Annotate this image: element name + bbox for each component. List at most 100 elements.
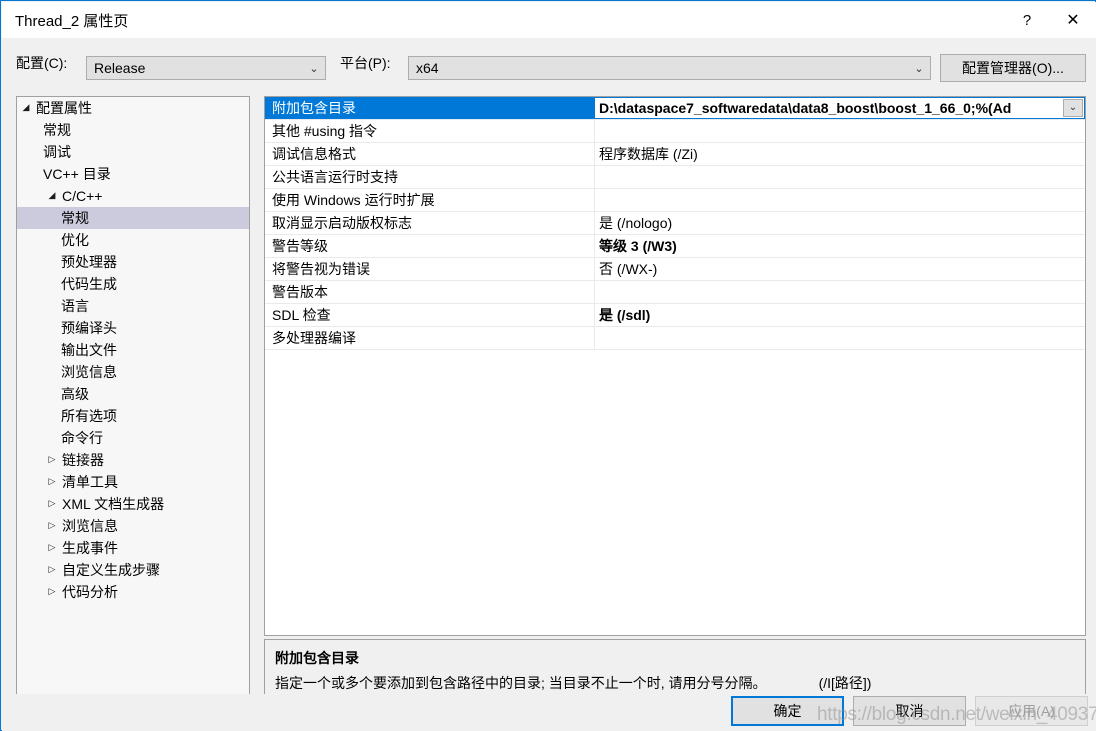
property-name: 附加包含目录 <box>265 97 595 119</box>
tree-item[interactable]: ◢ 配置属性 <box>17 97 249 119</box>
tree-item[interactable]: 常规 <box>17 119 249 141</box>
chevron-down-icon[interactable]: ◢ <box>17 103 35 113</box>
property-name: 调试信息格式 <box>265 143 595 165</box>
property-tree[interactable]: ◢ 配置属性 常规 调试 VC++ 目录 ◢ C/C++ 常规 优化 预处理器 代码生成 语言 预编译头… <box>16 96 250 707</box>
tree-item[interactable]: ◢ C/C++ <box>17 185 249 207</box>
property-value[interactable] <box>595 166 1085 188</box>
property-row[interactable]: 将警告视为错误否 (/WX-) <box>265 258 1085 281</box>
property-value[interactable]: 是 (/sdl) <box>595 304 1085 326</box>
tree-item[interactable]: ▷ 自定义生成步骤 <box>17 559 249 581</box>
platform-value: x64 <box>416 60 439 76</box>
tree-item[interactable]: 预处理器 <box>17 251 249 273</box>
apply-button: 应用(A) <box>975 696 1088 726</box>
property-name: 使用 Windows 运行时扩展 <box>265 189 595 211</box>
tree-item-label: VC++ 目录 <box>43 166 111 182</box>
tree-item-label: 自定义生成步骤 <box>62 562 160 578</box>
property-value[interactable] <box>595 120 1085 142</box>
property-value[interactable]: 程序数据库 (/Zi) <box>595 143 1085 165</box>
chevron-right-icon[interactable]: ▷ <box>17 499 61 509</box>
platform-label: 平台(P): <box>340 55 391 71</box>
property-value[interactable] <box>595 189 1085 211</box>
configuration-value: Release <box>94 60 146 76</box>
property-row[interactable]: 公共语言运行时支持 <box>265 166 1085 189</box>
property-value[interactable]: 是 (/nologo) <box>595 212 1085 234</box>
help-icon[interactable]: ? <box>1004 2 1050 38</box>
tree-item-label: 所有选项 <box>61 408 117 424</box>
tree-item-label: 预编译头 <box>61 320 117 336</box>
configuration-label: 配置(C): <box>16 55 68 71</box>
property-value[interactable] <box>595 327 1085 349</box>
tree-item[interactable]: 调试 <box>17 141 249 163</box>
cancel-button[interactable]: 取消 <box>853 696 966 726</box>
tree-item[interactable]: 浏览信息 <box>17 361 249 383</box>
property-row[interactable]: 警告等级 等级 3 (/W3) <box>265 235 1085 258</box>
tree-item-label: 常规 <box>61 210 89 226</box>
chevron-right-icon[interactable]: ▷ <box>17 587 61 597</box>
tree-item[interactable]: ▷ 清单工具 <box>17 471 249 493</box>
property-row[interactable]: 多处理器编译 <box>265 327 1085 350</box>
property-name: 将警告视为错误 <box>265 258 595 280</box>
tree-item[interactable]: 语言 <box>17 295 249 317</box>
chevron-right-icon[interactable]: ▷ <box>17 455 61 465</box>
tree-item-label: 调试 <box>43 144 71 160</box>
chevron-down-icon[interactable]: ◢ <box>17 191 61 201</box>
tree-item-list: ◢ 配置属性 常规 调试 VC++ 目录 ◢ C/C++ 常规 优化 预处理器 代码生成 语言 预编译头… <box>17 97 249 603</box>
property-name: 多处理器编译 <box>265 327 595 349</box>
tree-item[interactable]: ▷ 生成事件 <box>17 537 249 559</box>
tree-item-label: 代码生成 <box>61 276 117 292</box>
chevron-right-icon[interactable]: ▷ <box>17 543 61 553</box>
ok-button[interactable]: 确定 <box>731 696 844 726</box>
tree-item-label: 代码分析 <box>62 584 118 600</box>
tree-item[interactable]: 常规 <box>17 207 249 229</box>
value-dropdown-button[interactable]: ⌄ <box>1063 99 1083 117</box>
tree-item[interactable]: VC++ 目录 <box>17 163 249 185</box>
tree-item-label: 配置属性 <box>36 100 92 116</box>
tree-item-label: C/C++ <box>62 188 103 204</box>
chevron-right-icon[interactable]: ▷ <box>17 477 61 487</box>
chevron-down-icon: ⌄ <box>309 61 319 75</box>
tree-item-label: 语言 <box>61 298 89 314</box>
property-row[interactable]: 使用 Windows 运行时扩展 <box>265 189 1085 212</box>
property-row-list: 附加包含目录 D:\dataspace7_softwaredata\data8_b… <box>265 97 1085 350</box>
tree-item[interactable]: 代码生成 <box>17 273 249 295</box>
platform-combobox[interactable]: x64 ⌄ <box>408 56 931 80</box>
tree-item[interactable]: ▷ XML 文档生成器 <box>17 493 249 515</box>
configuration-manager-button[interactable]: 配置管理器(O)... <box>940 54 1086 82</box>
property-value[interactable] <box>595 281 1085 303</box>
tree-item[interactable]: 预编译头 <box>17 317 249 339</box>
property-row[interactable]: 其他 #using 指令 <box>265 120 1085 143</box>
tree-item[interactable]: ▷ 代码分析 <box>17 581 249 603</box>
property-row[interactable]: 附加包含目录 D:\dataspace7_softwaredata\data8_b… <box>265 97 1085 120</box>
property-row[interactable]: 调试信息格式 程序数据库 (/Zi) <box>265 143 1085 166</box>
property-name: 警告等级 <box>265 235 595 257</box>
footer-buttons: 确定 取消 应用(A) <box>2 694 1096 731</box>
tree-item[interactable]: 输出文件 <box>17 339 249 361</box>
description-line: 指定一个或多个要添加到包含路径中的目录; 当目录不止一个时, 请用分号分隔。 (… <box>275 673 1075 693</box>
configuration-combobox[interactable]: Release ⌄ <box>86 56 326 80</box>
close-icon[interactable]: ✕ <box>1050 2 1096 38</box>
tree-item-label: 链接器 <box>62 452 104 468</box>
property-grid[interactable]: 附加包含目录 D:\dataspace7_softwaredata\data8_b… <box>264 96 1086 636</box>
property-name: 警告版本 <box>265 281 595 303</box>
tree-item[interactable]: ▷ 链接器 <box>17 449 249 471</box>
property-name: 取消显示启动版权标志 <box>265 212 595 234</box>
property-pages-dialog: Thread_2 属性页 ? ✕ 配置(C): Release ⌄ 平台(P):… <box>0 0 1096 731</box>
property-row[interactable]: 取消显示启动版权标志是 (/nologo) <box>265 212 1085 235</box>
help-glyph: ? <box>1022 11 1032 29</box>
tree-item[interactable]: ▷ 浏览信息 <box>17 515 249 537</box>
chevron-right-icon[interactable]: ▷ <box>17 521 61 531</box>
tree-item[interactable]: 所有选项 <box>17 405 249 427</box>
tree-item[interactable]: 优化 <box>17 229 249 251</box>
property-value[interactable]: D:\dataspace7_softwaredata\data8_boost\b… <box>595 97 1085 119</box>
chevron-right-icon[interactable]: ▷ <box>17 565 61 575</box>
property-row[interactable]: SDL 检查是 (/sdl) <box>265 304 1085 327</box>
tree-item[interactable]: 命令行 <box>17 427 249 449</box>
property-value[interactable]: 等级 3 (/W3) <box>595 235 1085 257</box>
property-value[interactable]: 否 (/WX-) <box>595 258 1085 280</box>
tree-item[interactable]: 高级 <box>17 383 249 405</box>
property-row[interactable]: 警告版本 <box>265 281 1085 304</box>
tree-item-label: 清单工具 <box>62 474 118 490</box>
tree-item-label: 输出文件 <box>61 342 117 358</box>
tree-item-label: 生成事件 <box>62 540 118 556</box>
title-bar: Thread_2 属性页 ? ✕ <box>2 2 1096 38</box>
